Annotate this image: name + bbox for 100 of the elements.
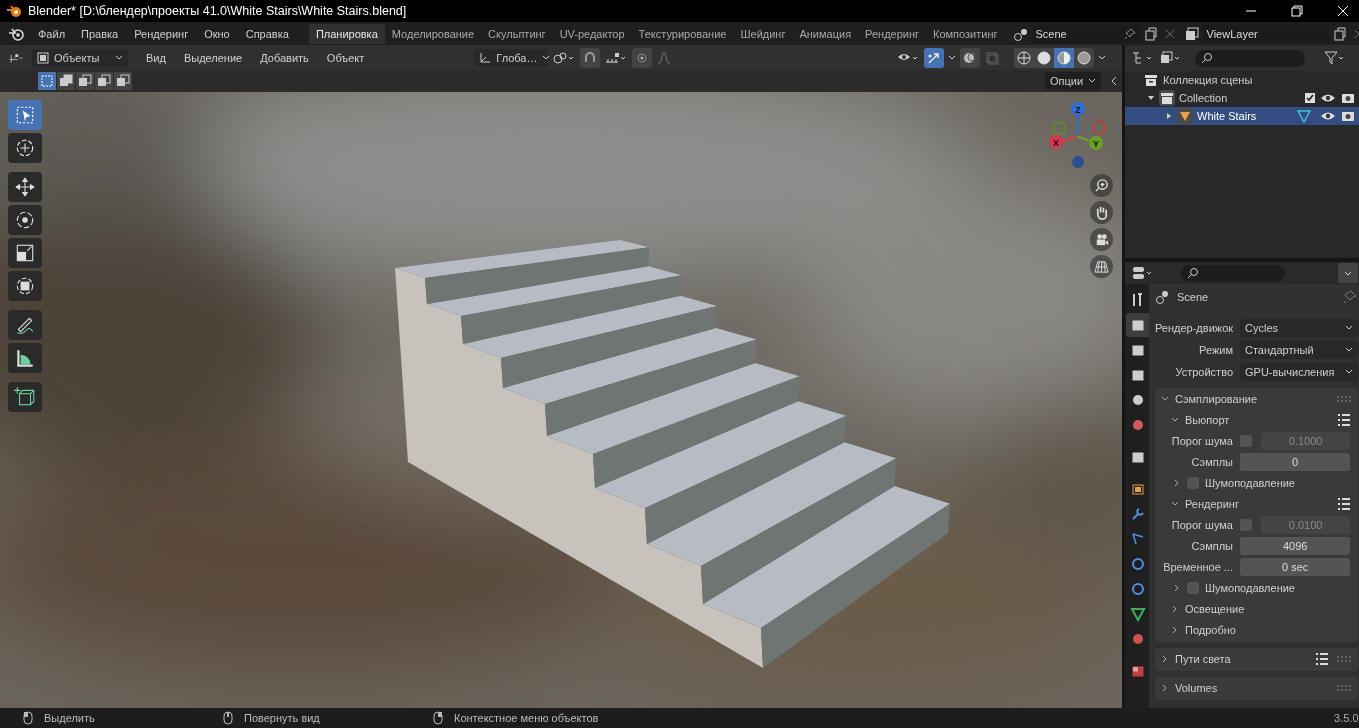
tool-button[interactable] [8, 205, 42, 235]
workspace-tab[interactable]: Композитинг [926, 23, 1005, 44]
workspace-tab[interactable]: Рендеринг [858, 23, 927, 44]
presets-icon[interactable] [1314, 650, 1331, 667]
menu-item[interactable]: Добавить [252, 51, 317, 64]
number-field[interactable]: 0 [1240, 452, 1351, 471]
number-field[interactable]: 4096 [1240, 536, 1351, 555]
workspace-tab[interactable]: UV-редактор [552, 23, 632, 44]
panel-header[interactable]: Сэмплирование [1155, 388, 1359, 409]
outliner-label: Коллекция сцены [1163, 74, 1253, 86]
caret-icon[interactable] [948, 53, 956, 62]
tool-button[interactable] [8, 172, 42, 202]
proportional-icon[interactable] [632, 47, 653, 68]
falloff-icon[interactable] [656, 49, 673, 66]
blender-logo-icon [6, 3, 22, 19]
magnet-icon[interactable] [580, 47, 601, 68]
search-field[interactable] [1181, 264, 1285, 282]
field-label: Временное ... [1162, 560, 1233, 573]
checker-icon [1129, 663, 1146, 679]
view-layer-field[interactable]: ViewLayer [1202, 24, 1329, 43]
subpanel-header[interactable]: Освещение [1155, 598, 1359, 619]
tool-button[interactable] [8, 238, 42, 268]
menu-item[interactable]: Файл [30, 27, 74, 40]
triangle-mesh-icon[interactable] [1296, 108, 1313, 124]
axes-icon [479, 51, 492, 64]
menu-item[interactable]: Выделение [175, 51, 251, 64]
menu-item[interactable]: Справка [237, 27, 297, 40]
tool-button[interactable] [8, 343, 42, 373]
workspace-tab[interactable]: Анимация [792, 23, 859, 44]
subpanel-header[interactable]: Шумоподавление [1155, 577, 1359, 598]
menu-item[interactable]: Правка [73, 27, 127, 40]
subpanel-header[interactable]: Вьюпорт [1155, 409, 1359, 430]
orbit-icon [1129, 556, 1146, 572]
menu-item[interactable]: Рендеринг [126, 27, 197, 40]
zoom-button[interactable] [1090, 174, 1113, 197]
presets-icon[interactable] [1336, 495, 1353, 512]
caret-icon[interactable] [1098, 53, 1106, 62]
orientation-dropdown[interactable]: Глоба… [474, 48, 549, 67]
menu-item[interactable]: Окно [196, 27, 238, 40]
expand-arrow-icon[interactable] [1165, 112, 1173, 120]
duplicate-icon[interactable] [1142, 25, 1159, 42]
select-mode-icon[interactable] [95, 72, 113, 90]
tool-button[interactable] [8, 271, 42, 301]
menu-item[interactable]: Вид [138, 51, 174, 64]
checkbox[interactable] [1240, 518, 1252, 531]
tool-button[interactable] [8, 382, 42, 412]
dropdown[interactable]: Cycles [1240, 318, 1359, 337]
field-label: Порог шума [1170, 518, 1233, 531]
drag-handle-icon[interactable] [1336, 654, 1353, 663]
camera-button[interactable] [1090, 228, 1113, 251]
options-dropdown[interactable]: Опции [1045, 72, 1101, 90]
expand-arrow-icon[interactable] [1147, 94, 1155, 102]
close-icon[interactable] [1336, 5, 1349, 17]
duplicate-icon[interactable] [1331, 25, 1348, 42]
grid-icon [1094, 259, 1109, 274]
select-mode-icon[interactable] [114, 72, 132, 90]
context-label: Scene [1177, 291, 1209, 303]
shading-icon[interactable] [1054, 47, 1074, 68]
scene-field[interactable]: Scene [1031, 24, 1140, 43]
select-mode-icon[interactable] [57, 72, 75, 90]
pin-icon[interactable] [1342, 289, 1359, 305]
checkbox[interactable] [1187, 581, 1199, 594]
triangle-object-icon [1177, 108, 1193, 124]
workspace-tab[interactable]: Шейдинг [733, 23, 793, 44]
dropdown[interactable]: Стандартный [1240, 340, 1359, 359]
drag-handle-icon[interactable] [1336, 683, 1353, 692]
subpanel-header[interactable]: Подробно [1155, 619, 1359, 640]
checkbox[interactable] [1240, 434, 1252, 447]
field-label: Сэмплы [1190, 455, 1233, 468]
drag-handle-icon[interactable] [1336, 394, 1353, 403]
presets-icon[interactable] [1336, 411, 1353, 428]
pan-button[interactable] [1090, 201, 1113, 224]
maximize-icon[interactable] [1290, 5, 1303, 17]
checkbox[interactable] [1187, 476, 1199, 489]
gizmo-toggle-icon[interactable] [924, 47, 944, 68]
overlays-icon[interactable] [960, 47, 980, 68]
workspace-tab[interactable]: Моделирование [384, 23, 482, 44]
properties-tab[interactable] [1126, 313, 1149, 337]
outliner-row[interactable]: Collection [1125, 89, 1359, 107]
number-field[interactable]: 0 sec [1240, 557, 1351, 576]
subpanel-header[interactable]: Рендеринг [1155, 493, 1359, 514]
workspace-tab[interactable]: Текстурирование [631, 23, 734, 44]
navigation-gizmo[interactable]: Z X Y [1049, 102, 1106, 168]
tool-button[interactable] [8, 133, 42, 163]
outliner-row[interactable]: White Stairs [1125, 107, 1359, 125]
panel-header[interactable]: Пути света [1155, 648, 1359, 669]
mode-dropdown[interactable]: Объекты [32, 48, 128, 67]
workspace-tab[interactable]: Скульптинг [481, 23, 553, 44]
select-mode-icon[interactable] [76, 72, 94, 90]
checkbox[interactable] [1304, 92, 1317, 104]
search-field[interactable] [1195, 49, 1305, 67]
grid-button[interactable] [1090, 255, 1113, 278]
outliner-row[interactable]: Коллекция сцены [1125, 71, 1359, 89]
workspace-tab[interactable]: Планировка [308, 23, 385, 44]
subpanel-header[interactable]: Шумоподавление [1155, 472, 1359, 493]
pin-icon[interactable] [1123, 27, 1136, 40]
menu-item[interactable]: Объект [318, 51, 373, 64]
tool-button[interactable] [8, 310, 42, 340]
dropdown[interactable]: GPU-вычисления [1240, 362, 1359, 381]
panel-header[interactable]: Volumes [1155, 677, 1359, 698]
